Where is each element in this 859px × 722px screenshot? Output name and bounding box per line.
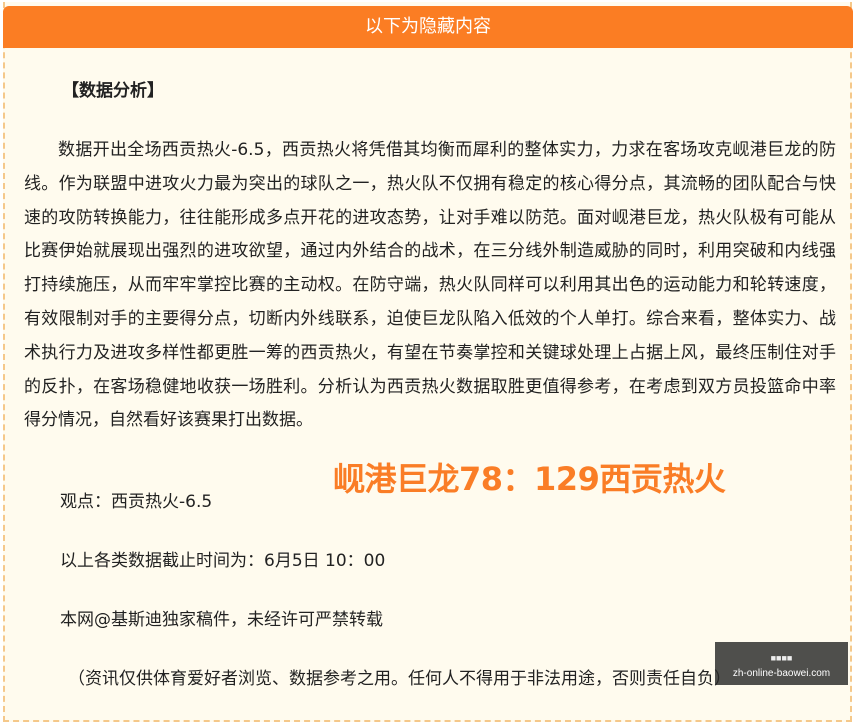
viewpoint-line: 观点：西贡热火-6.5 [60, 492, 213, 512]
watermark-top-text: ■■■■ [770, 653, 793, 663]
disclaimer-line: （资讯仅供体育爱好者浏览、数据参考之用。任何人不得用于非法用途，否则责任自负） [68, 669, 731, 689]
watermark-url: zh-online-baowei.com [732, 668, 831, 679]
score-overlay: 岘港巨龙78：129西贡热火 [333, 460, 726, 498]
cutoff-time-line: 以上各类数据截止时间为：6月5日 10：00 [60, 551, 386, 571]
hidden-content-header: 以下为隐藏内容 [3, 6, 853, 48]
site-watermark: ■■■■ zh-online-baowei.com [715, 642, 848, 685]
copyright-line: 本网@基斯迪独家稿件，未经许可严禁转载 [60, 610, 383, 630]
analysis-paragraph: 数据开出全场西贡热火-6.5，西贡热火将凭借其均衡而犀利的整体实力，力求在客场攻… [24, 140, 836, 431]
section-title: 【数据分析】 [62, 81, 164, 101]
